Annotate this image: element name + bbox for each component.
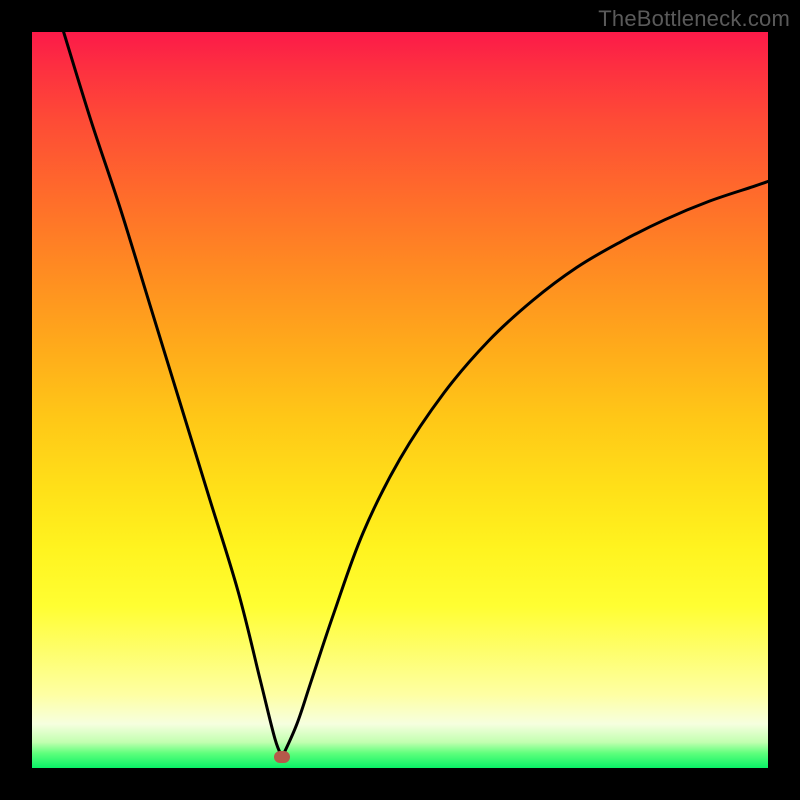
chart-frame: TheBottleneck.com xyxy=(0,0,800,800)
watermark-text: TheBottleneck.com xyxy=(598,6,790,32)
bottleneck-curve xyxy=(32,32,768,768)
plot-area xyxy=(32,32,768,768)
curve-left-branch xyxy=(64,32,283,757)
minimum-marker xyxy=(274,751,290,763)
curve-right-branch xyxy=(282,181,768,757)
